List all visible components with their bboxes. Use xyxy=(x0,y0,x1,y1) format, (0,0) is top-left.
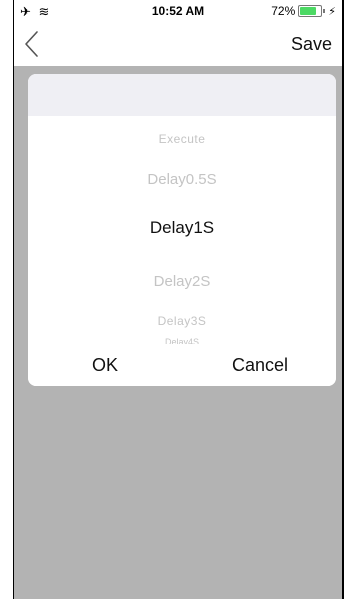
device-frame-right xyxy=(342,0,344,599)
status-bar: ✈ ≋ 10:52 AM 72% ⚡ xyxy=(14,0,342,22)
back-button[interactable] xyxy=(18,28,48,60)
modal-overlay[interactable]: Execute Delay0.5S Delay1S Delay2S Delay3… xyxy=(14,66,342,599)
phone-screen: ✈ ≋ 10:52 AM 72% ⚡ Save Execute Delay0.5… xyxy=(14,0,342,599)
battery-percent: 72% xyxy=(271,4,296,18)
battery-icon xyxy=(298,5,323,17)
battery-status: 72% ⚡ xyxy=(271,4,336,18)
picker-option-delay-0-5s[interactable]: Delay0.5S xyxy=(28,171,336,188)
delay-picker[interactable]: Execute Delay0.5S Delay1S Delay2S Delay3… xyxy=(28,116,336,346)
cancel-button[interactable]: Cancel xyxy=(232,355,288,376)
save-button[interactable]: Save xyxy=(291,34,332,55)
battery-tip xyxy=(323,9,326,13)
delay-picker-dialog: Execute Delay0.5S Delay1S Delay2S Delay3… xyxy=(28,74,336,386)
picker-option-delay-2s[interactable]: Delay2S xyxy=(28,273,336,290)
chevron-left-icon xyxy=(25,31,38,57)
battery-fill xyxy=(300,7,317,15)
ok-button[interactable]: OK xyxy=(92,355,118,376)
picker-option-delay-3s[interactable]: Delay3S xyxy=(28,314,336,328)
dialog-actions: OK Cancel xyxy=(28,346,336,386)
charging-icon: ⚡ xyxy=(328,5,336,18)
dialog-header xyxy=(28,74,336,116)
picker-option-execute[interactable]: Execute xyxy=(28,132,336,146)
picker-option-delay-4s[interactable]: Delay4S xyxy=(28,338,336,344)
navigation-bar: Save xyxy=(14,22,342,66)
picker-option-delay-1s[interactable]: Delay1S xyxy=(28,218,336,238)
